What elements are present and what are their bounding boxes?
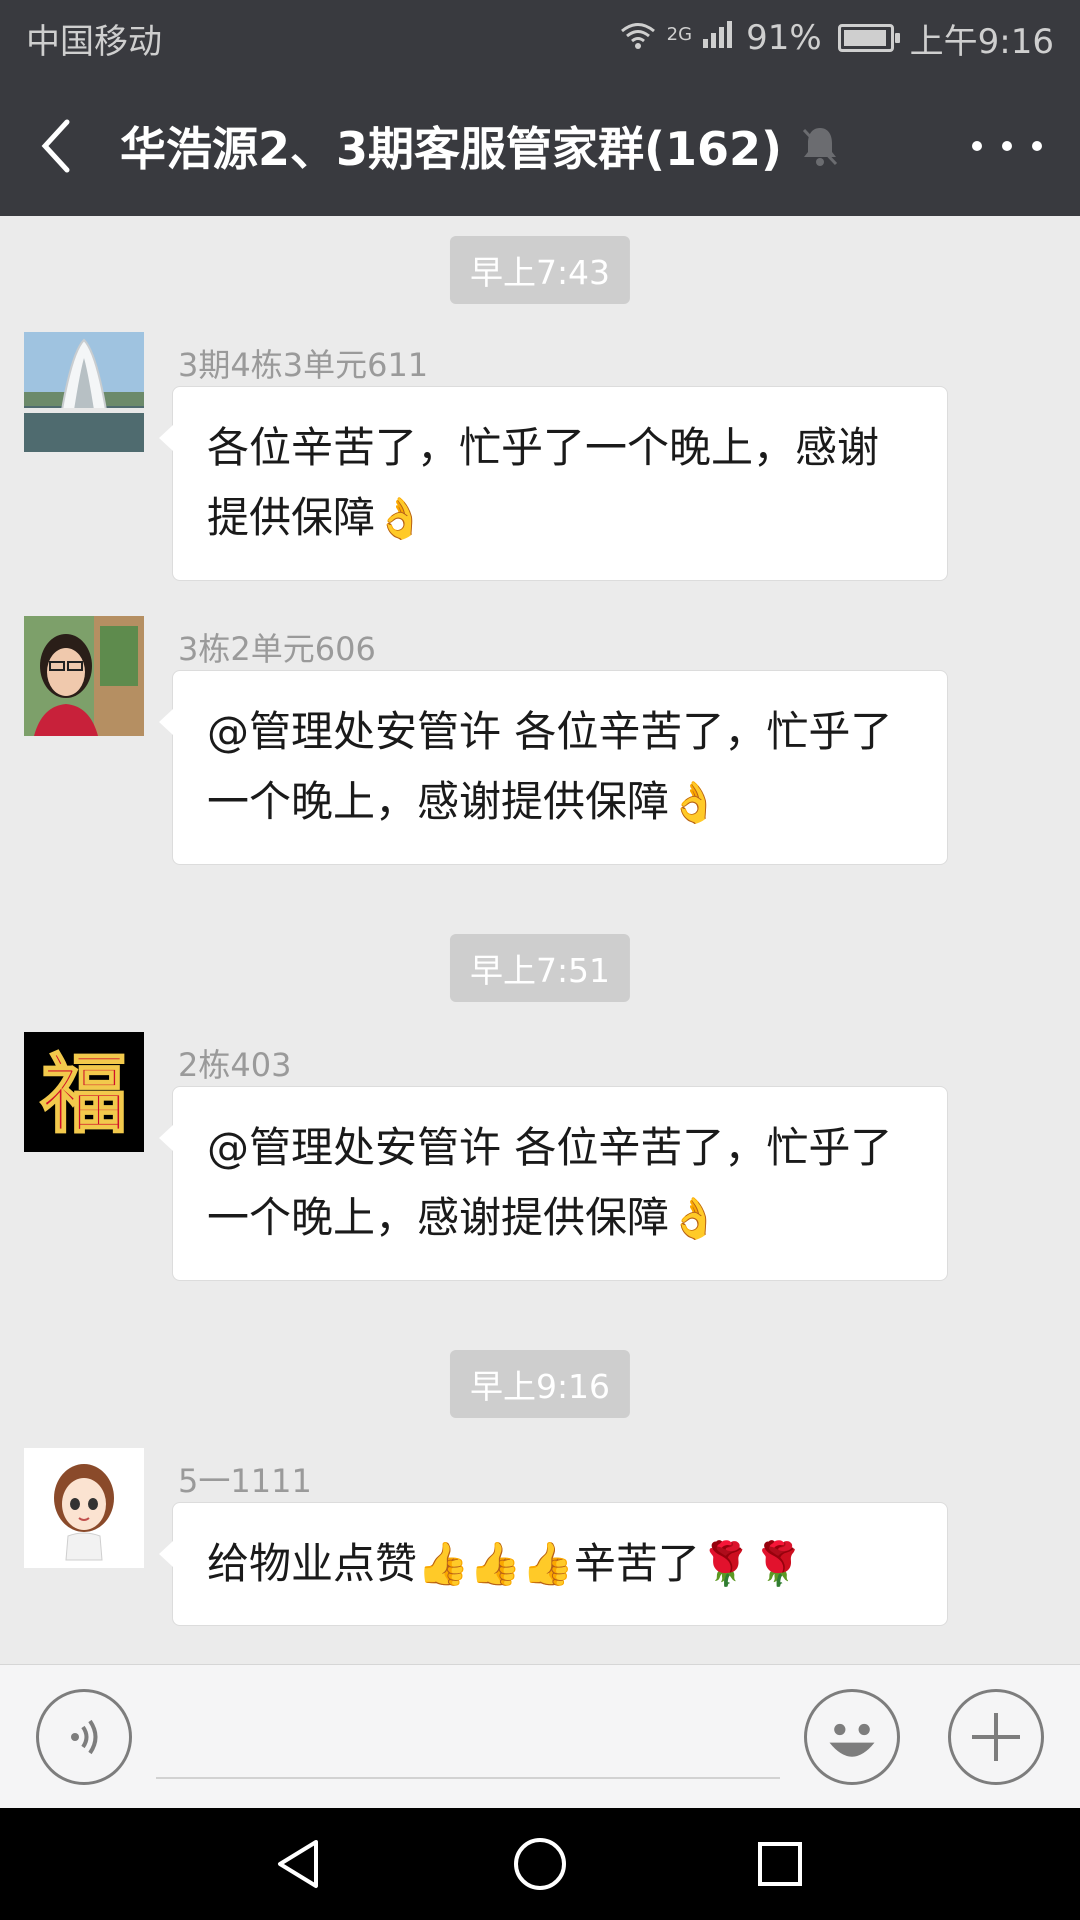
avatar[interactable] — [24, 1448, 144, 1568]
carrier-label: 中国移动 — [26, 21, 162, 62]
sender-name: 3期4栋3单元611 — [178, 346, 429, 384]
more-button[interactable] — [972, 126, 1042, 166]
chevron-left-icon — [41, 119, 70, 173]
status-icons: 2G 91% 上午9:16 — [619, 14, 1054, 63]
message-list[interactable]: 早上7:43 3期4栋3单元611 各位辛苦了，忙乎了一个晚上，感谢提供保障👌 — [0, 216, 1080, 1664]
battery-icon — [837, 24, 900, 52]
sender-name: 5一1111 — [178, 1462, 312, 1500]
fu-character: 福 — [40, 1045, 127, 1145]
more-dots-icon — [972, 141, 982, 151]
ok-hand-emoji: 👌 — [669, 780, 719, 826]
chat-header: 华浩源2、3期客服管家群(162) — [0, 76, 1080, 216]
message-bubble[interactable]: @管理处安管许 各位辛苦了，忙乎了一个晚上，感谢提供保障👌 — [159, 1086, 948, 1281]
message-text: 给物业点赞👍👍👍辛苦了🌹🌹 — [207, 1539, 805, 1588]
status-bar: 中国移动 2G 91% 上午9:16 — [0, 0, 1080, 76]
ok-hand-emoji: 👌 — [669, 1196, 719, 1242]
avatar[interactable]: 福 — [24, 1032, 144, 1152]
message-bubble[interactable]: 各位辛苦了，忙乎了一个晚上，感谢提供保障👌 — [159, 386, 948, 581]
wifi-icon — [619, 20, 657, 57]
plus-button[interactable] — [948, 1689, 1044, 1785]
voice-icon — [71, 1719, 98, 1755]
network-type: 2G — [666, 23, 693, 45]
sender-name: 3栋2单元606 — [178, 630, 376, 668]
battery-percent: 91% — [746, 18, 822, 58]
recents-square-icon[interactable] — [750, 1834, 810, 1894]
navigation-bar — [0, 1808, 1080, 1920]
timestamp: 早上7:43 — [449, 236, 631, 304]
status-time: 上午9:16 — [909, 21, 1054, 62]
message-text: 各位辛苦了，忙乎了一个晚上，感谢提供保障 — [207, 423, 880, 542]
back-button[interactable] — [0, 76, 110, 216]
avatar[interactable] — [24, 616, 144, 736]
home-circle-icon[interactable] — [510, 1834, 570, 1894]
emoji-button[interactable] — [804, 1689, 900, 1785]
plus-icon — [972, 1713, 1020, 1761]
input-bar — [0, 1664, 1080, 1808]
signal-icon — [702, 18, 736, 58]
message-text: @管理处安管许 各位辛苦了，忙乎了一个晚上，感谢提供保障 — [207, 1123, 893, 1242]
ok-hand-emoji: 👌 — [375, 496, 425, 542]
message-input[interactable] — [156, 1695, 780, 1779]
chat-title: 华浩源2、3期客服管家群(162) — [120, 122, 783, 176]
timestamp: 早上7:51 — [449, 934, 631, 1002]
timestamp: 早上9:16 — [449, 1350, 631, 1418]
back-triangle-icon[interactable] — [270, 1834, 330, 1894]
voice-button[interactable] — [36, 1689, 132, 1785]
message-text: @管理处安管许 各位辛苦了，忙乎了一个晚上，感谢提供保障 — [207, 707, 893, 826]
emoji-icon — [829, 1723, 875, 1757]
message-bubble[interactable]: @管理处安管许 各位辛苦了，忙乎了一个晚上，感谢提供保障👌 — [159, 670, 948, 865]
message-bubble[interactable]: 给物业点赞👍👍👍辛苦了🌹🌹 — [159, 1502, 948, 1626]
bell-off-icon — [803, 128, 838, 166]
sender-name: 2栋403 — [178, 1046, 292, 1084]
avatar[interactable] — [24, 332, 144, 452]
